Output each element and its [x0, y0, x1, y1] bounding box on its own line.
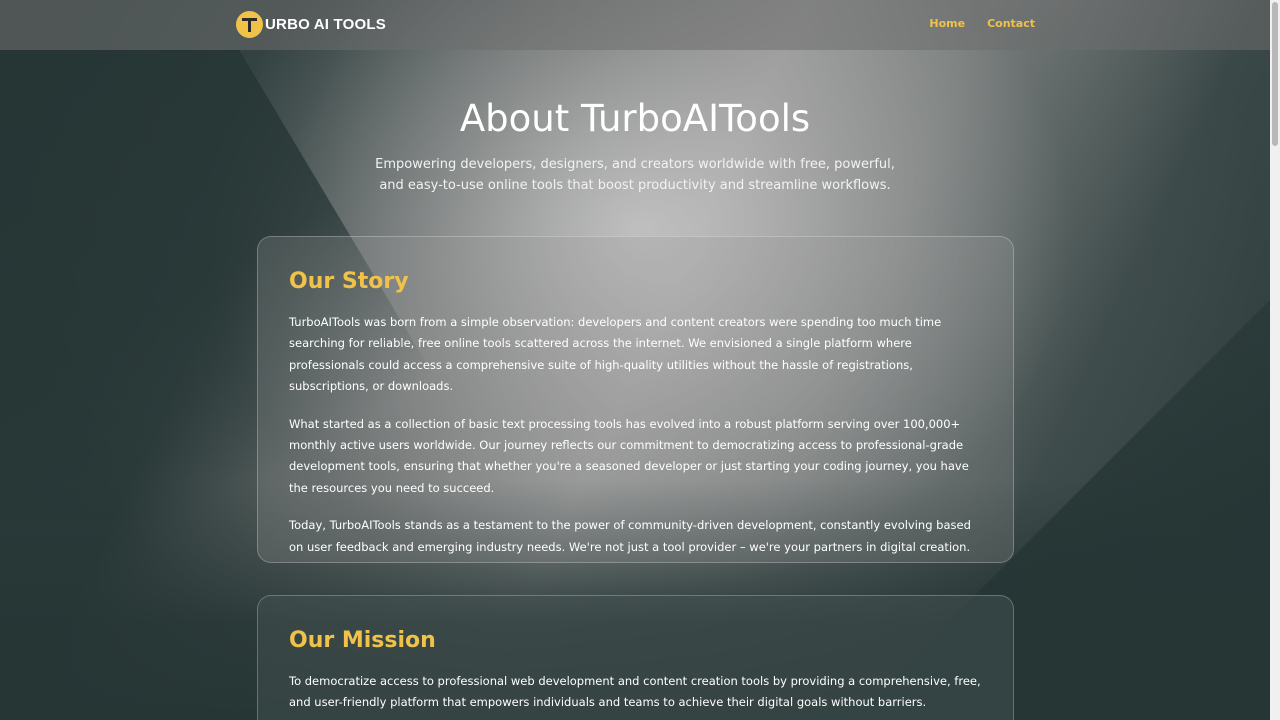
page-subtitle: Empowering developers, designers, and cr…: [375, 157, 895, 193]
our-story-card: Our Story TurboAITools was born from a s…: [257, 236, 1014, 563]
story-paragraph: TurboAITools was born from a simple obse…: [289, 315, 942, 394]
nav-home-link[interactable]: Home: [929, 17, 965, 30]
story-paragraph: What started as a collection of basic te…: [289, 416, 969, 495]
our-mission-heading: Our Mission: [289, 628, 436, 653]
logo-text: URBO AI TOOLS: [265, 16, 386, 33]
logo-icon: [236, 11, 263, 38]
story-paragraph: Today, TurboAITools stands as a testamen…: [289, 518, 971, 554]
site-header: URBO AI TOOLS Home Contact: [0, 0, 1270, 50]
our-mission-card: Our Mission To democratize access to pro…: [257, 595, 1014, 720]
main-nav: Home Contact: [929, 17, 1035, 30]
page-title: About TurboAITools: [459, 97, 811, 140]
nav-contact-link[interactable]: Contact: [987, 17, 1035, 30]
logo-link[interactable]: URBO AI TOOLS: [236, 11, 386, 38]
page-scrollbar[interactable]: [1270, 0, 1280, 720]
mission-paragraph: To democratize access to professional we…: [289, 674, 981, 710]
scrollbar-thumb[interactable]: [1272, 2, 1278, 146]
our-story-heading: Our Story: [289, 269, 409, 294]
